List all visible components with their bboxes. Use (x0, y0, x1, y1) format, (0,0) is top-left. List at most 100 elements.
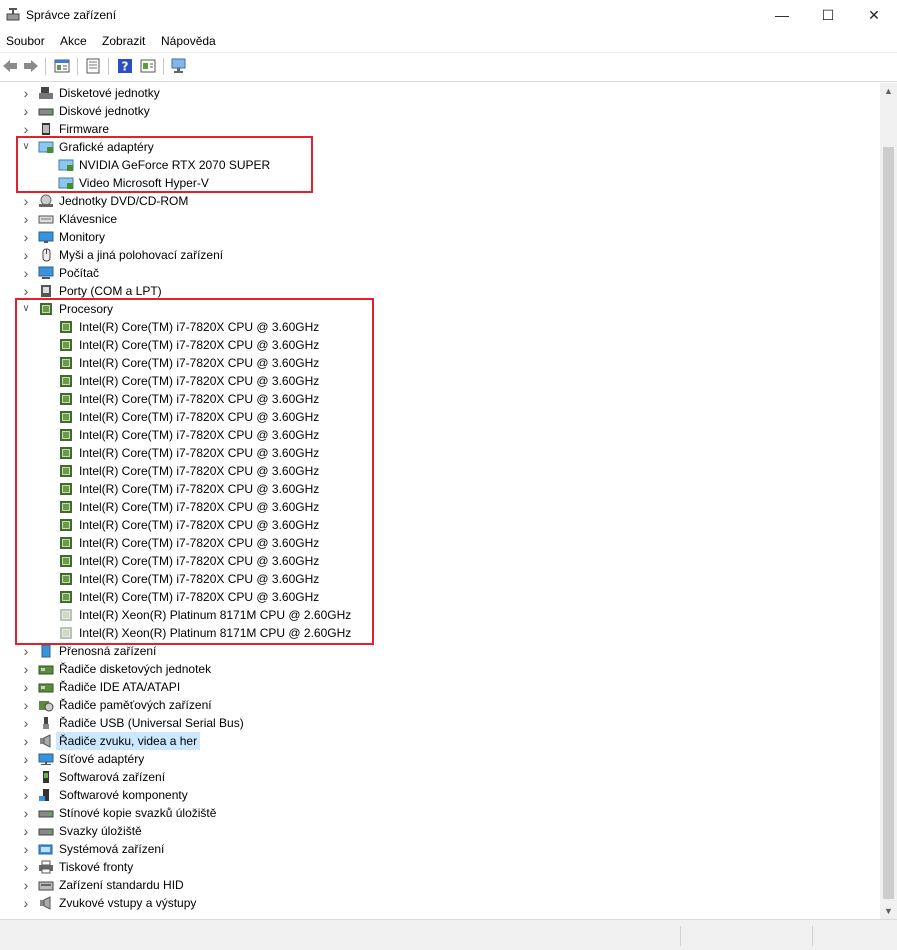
port-icon (41, 285, 51, 297)
chevron-right-icon[interactable]: › (20, 192, 32, 210)
chevron-right-icon[interactable]: › (20, 246, 32, 264)
chevron-right-icon[interactable]: › (20, 696, 32, 714)
scan-hardware-button[interactable] (169, 57, 189, 75)
tree-item-label: Počítač (59, 266, 100, 280)
controller-icon (38, 665, 54, 675)
chevron-right-icon[interactable]: › (20, 102, 32, 120)
list-view-icon (86, 58, 100, 74)
chevron-right-icon[interactable]: › (20, 660, 32, 678)
tree-category[interactable]: › Řadiče zvuku, videa a her (0, 732, 880, 750)
menu-soubor[interactable]: Soubor (6, 34, 45, 48)
tree-item-label: Řadiče USB (Universal Serial Bus) (59, 716, 244, 730)
storage-controller-icon (39, 701, 54, 712)
toolbar-separator (45, 58, 46, 75)
tree-category[interactable]: › Zařízení standardu HID (0, 876, 880, 894)
back-button[interactable] (1, 57, 19, 75)
tree-item-label: Klávesnice (59, 212, 118, 226)
chevron-right-icon[interactable]: › (20, 228, 32, 246)
update-driver-icon (140, 59, 156, 73)
update-driver-button[interactable] (138, 57, 158, 75)
chevron-right-icon[interactable]: › (20, 84, 32, 102)
software-device-icon (43, 771, 49, 783)
chevron-right-icon[interactable]: › (20, 822, 32, 840)
properties-icon (54, 59, 70, 73)
usb-icon (43, 717, 49, 729)
tree-category[interactable]: › Řadiče IDE ATA/ATAPI (0, 678, 880, 696)
tree-item-label: Řadiče disketových jednotek (59, 662, 212, 676)
tree-item-label: Síťové adaptéry (59, 752, 145, 766)
status-cell (680, 926, 811, 946)
chevron-right-icon[interactable]: › (20, 678, 32, 696)
tree-category[interactable]: › Síťové adaptéry (0, 750, 880, 768)
maximize-button[interactable]: ☐ (805, 0, 851, 30)
tree-category[interactable]: › Řadiče USB (Universal Serial Bus) (0, 714, 880, 732)
toolbar-separator (77, 58, 78, 75)
menu-bar: Soubor Akce Zobrazit Nápověda (0, 30, 897, 53)
tree-item-label: Disketové jednotky (59, 86, 160, 100)
tree-category[interactable]: › Řadiče paměťových zařízení (0, 696, 880, 714)
svg-text:?: ? (122, 60, 129, 74)
chevron-right-icon[interactable]: › (20, 876, 32, 894)
chevron-right-icon[interactable]: › (20, 804, 32, 822)
help-icon: ? (118, 59, 132, 74)
tree-item-label: Diskové jednotky (59, 104, 150, 118)
list-view-button[interactable] (83, 57, 103, 75)
status-bar (0, 919, 897, 950)
toolbar-separator (163, 58, 164, 75)
tree-category[interactable]: › Softwarová zařízení (0, 768, 880, 786)
chevron-right-icon[interactable]: › (20, 210, 32, 228)
tree-category[interactable]: › Monitory (0, 228, 880, 246)
menu-akce[interactable]: Akce (60, 34, 87, 48)
forward-button[interactable] (22, 57, 40, 75)
tree-category[interactable]: › Stínové kopie svazků úložiště (0, 804, 880, 822)
monitor-scan-icon (171, 58, 186, 73)
chevron-right-icon[interactable]: › (20, 732, 32, 750)
chevron-right-icon[interactable]: › (20, 264, 32, 282)
minimize-button[interactable]: — (759, 0, 805, 30)
tree-category[interactable]: › Jednotky DVD/CD-ROM (0, 192, 880, 210)
chevron-right-icon[interactable]: › (20, 786, 32, 804)
forward-icon (24, 60, 38, 72)
chevron-right-icon[interactable]: › (20, 750, 32, 768)
tree-category[interactable]: › Myši a jiná polohovací zařízení (0, 246, 880, 264)
scroll-down-icon[interactable]: ▼ (880, 903, 897, 919)
tree-item-label: Řadiče IDE ATA/ATAPI (59, 680, 181, 694)
tree-category[interactable]: › Svazky úložiště (0, 822, 880, 840)
back-icon (3, 60, 17, 72)
tree-category[interactable]: › Softwarové komponenty (0, 786, 880, 804)
disk-drive-icon (38, 828, 54, 836)
chevron-right-icon[interactable]: › (20, 840, 32, 858)
scroll-up-icon[interactable]: ▲ (880, 83, 897, 99)
chevron-right-icon[interactable]: › (20, 894, 32, 912)
tree-item-label: Stínové kopie svazků úložiště (59, 806, 217, 820)
tree-category[interactable]: › Disketové jednotky (0, 84, 880, 102)
tree-item-label: Jednotky DVD/CD-ROM (59, 194, 189, 208)
tree-category[interactable]: › Zvukové vstupy a výstupy (0, 894, 880, 912)
tree-item-label: Zvukové vstupy a výstupy (59, 896, 197, 910)
firmware-icon (42, 123, 50, 135)
close-button[interactable]: ✕ (851, 0, 897, 30)
tree-category[interactable]: › Diskové jednotky (0, 102, 880, 120)
monitor-icon (38, 231, 54, 243)
menu-zobrazit[interactable]: Zobrazit (102, 34, 145, 48)
keyboard-icon (38, 215, 54, 224)
tree-item-label: Řadiče paměťových zařízení (59, 698, 212, 712)
vertical-scrollbar[interactable]: ▲ ▼ (880, 83, 897, 919)
tree-category[interactable]: › Počítač (0, 264, 880, 282)
close-icon: ✕ (868, 6, 880, 23)
chevron-right-icon[interactable]: › (20, 768, 32, 786)
tree-category[interactable]: › Systémová zařízení (0, 840, 880, 858)
scrollbar-thumb[interactable] (883, 147, 894, 899)
highlight-box-processors (15, 298, 374, 645)
tree-category[interactable]: › Tiskové fronty (0, 858, 880, 876)
tree-category[interactable]: › Řadiče disketových jednotek (0, 660, 880, 678)
properties-button[interactable] (52, 57, 72, 75)
network-adapter-icon (38, 753, 54, 765)
chevron-right-icon[interactable]: › (20, 858, 32, 876)
tree-category[interactable]: › Klávesnice (0, 210, 880, 228)
menu-napoveda[interactable]: Nápověda (161, 34, 216, 48)
help-button[interactable]: ? (115, 57, 135, 75)
window-title: Správce zařízení (26, 8, 117, 22)
portable-device-icon (41, 644, 51, 658)
chevron-right-icon[interactable]: › (20, 714, 32, 732)
